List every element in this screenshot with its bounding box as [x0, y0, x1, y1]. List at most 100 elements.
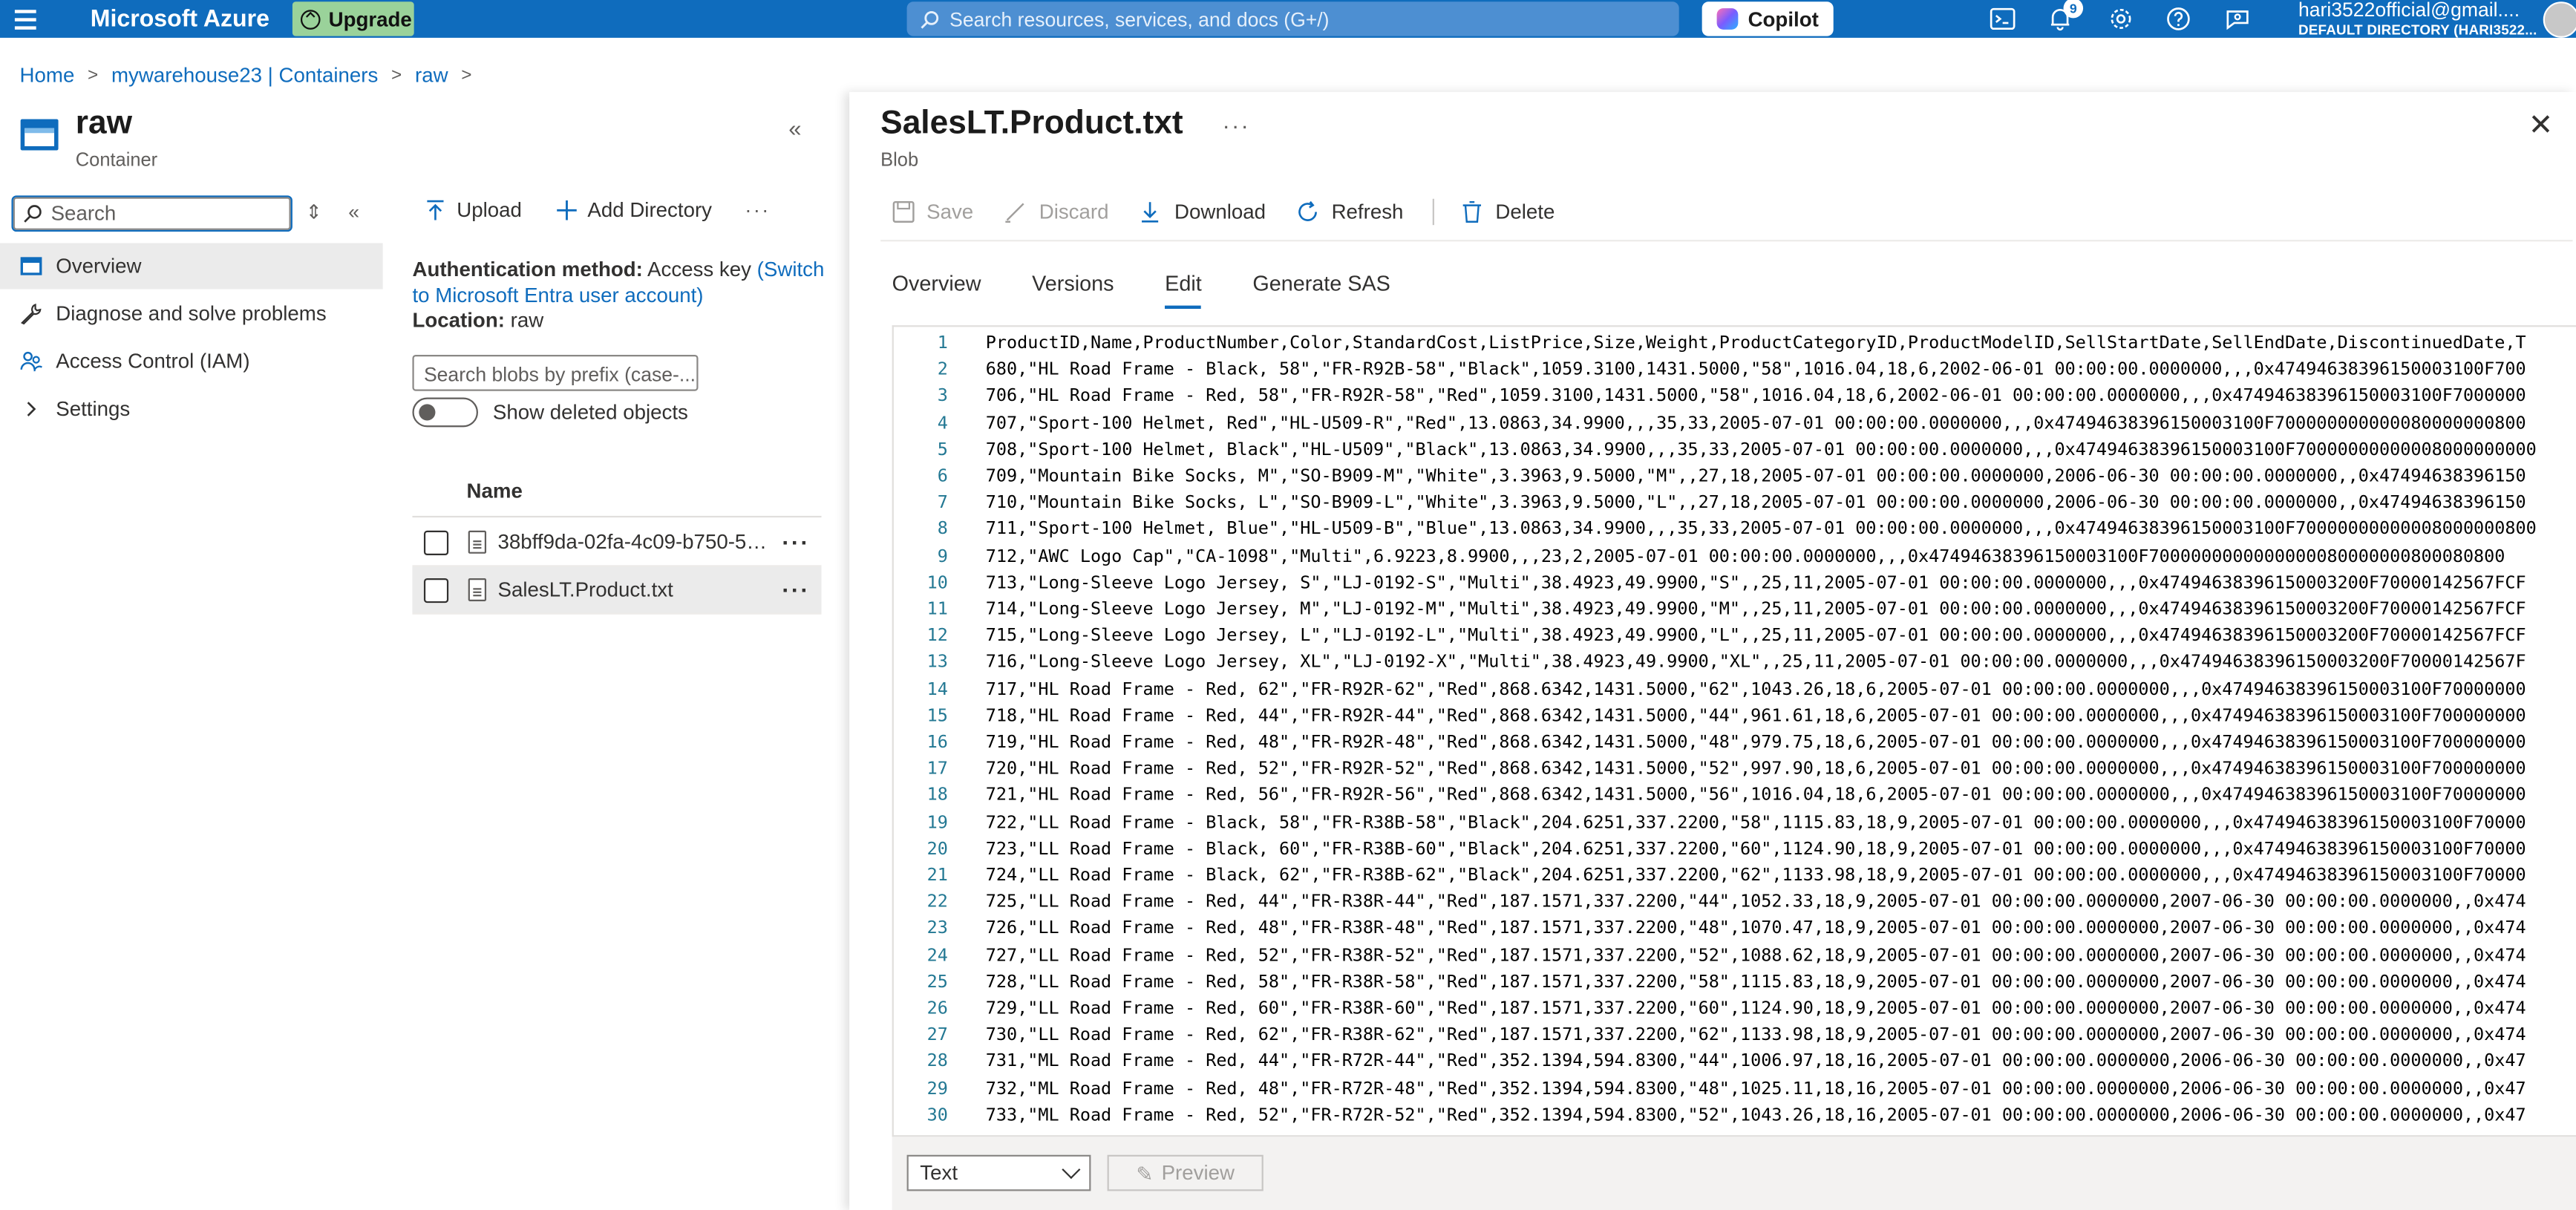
breadcrumb-containers[interactable]: mywarehouse23 | Containers: [111, 64, 378, 87]
more-options-icon[interactable]: ···: [745, 199, 770, 222]
blob-toolbar: Save Discard Download Refresh Delete: [890, 198, 1584, 226]
row-more-icon[interactable]: ···: [782, 529, 810, 555]
line-text: 727,"LL Road Frame - Red, 52","FR-R38R-5…: [985, 945, 2526, 966]
hamburger-menu-icon[interactable]: [13, 7, 39, 31]
divider: [412, 515, 822, 518]
tab-generate-sas[interactable]: Generate SAS: [1252, 271, 1390, 309]
collapse-left-pane-icon[interactable]: «: [788, 115, 801, 141]
editor-line[interactable]: 28 731,"ML Road Frame - Red, 44","FR-R72R…: [894, 1049, 2537, 1076]
add-directory-button[interactable]: Add Directory: [555, 199, 712, 222]
upgrade-button[interactable]: Upgrade: [292, 1, 414, 36]
line-number: 24: [926, 945, 948, 966]
editor-line[interactable]: 25 728,"LL Road Frame - Red, 58","FR-R38R…: [894, 969, 2537, 995]
editor-line[interactable]: 10 713,"Long-Sleeve Logo Jersey, S","LJ-0…: [894, 570, 2537, 597]
editor-line[interactable]: 24 727,"LL Road Frame - Red, 52","FR-R38R…: [894, 943, 2537, 969]
discard-button[interactable]: Discard: [1003, 200, 1108, 224]
editor-line[interactable]: 7 710,"Mountain Bike Socks, L","SO-B909-L…: [894, 490, 2537, 517]
blade-more-icon[interactable]: ···: [1222, 111, 1250, 137]
line-number: 30: [926, 1105, 948, 1125]
close-icon[interactable]: ✕: [2528, 108, 2553, 143]
save-button[interactable]: Save: [890, 200, 973, 224]
tab-edit[interactable]: Edit: [1165, 271, 1202, 310]
tab-overview[interactable]: Overview: [892, 271, 981, 309]
file-name[interactable]: 38bff9da-02fa-4c09-b750-5ee...: [498, 531, 773, 554]
tab-versions[interactable]: Versions: [1032, 271, 1114, 309]
editor-line[interactable]: 30 733,"ML Road Frame - Red, 52","FR-R72R…: [894, 1102, 2537, 1129]
global-search-input[interactable]: Search resources, services, and docs (G+…: [906, 1, 1679, 36]
editor-line[interactable]: 14 717,"HL Road Frame - Red, 62","FR-R92R…: [894, 676, 2537, 703]
row-checkbox[interactable]: [423, 577, 449, 603]
format-select[interactable]: Text: [906, 1154, 1091, 1191]
delete-button[interactable]: Delete: [1459, 200, 1555, 224]
collapse-nav-icon[interactable]: «: [348, 200, 359, 223]
refresh-icon: [1295, 200, 1320, 224]
editor-line[interactable]: 20 723,"LL Road Frame - Black, 60","FR-R3…: [894, 836, 2537, 863]
editor-line[interactable]: 9 712,"AWC Logo Cap","CA-1098","Multi",6.…: [894, 543, 2537, 570]
editor-line[interactable]: 3 706,"HL Road Frame - Red, 58","FR-R92R-…: [894, 384, 2537, 411]
brand-title[interactable]: Microsoft Azure: [91, 7, 269, 33]
editor-line[interactable]: 26 729,"LL Road Frame - Red, 60","FR-R38R…: [894, 995, 2537, 1022]
sort-updown-icon[interactable]: ⇕: [306, 200, 322, 223]
editor-line[interactable]: 16 719,"HL Road Frame - Red, 48","FR-R92R…: [894, 730, 2537, 756]
editor-line[interactable]: 17 720,"HL Road Frame - Red, 52","FR-R92R…: [894, 756, 2537, 783]
sidebar-item-overview[interactable]: Overview: [0, 243, 383, 290]
editor-line[interactable]: 21 724,"LL Road Frame - Black, 62","FR-R3…: [894, 863, 2537, 889]
blob-search-input[interactable]: Search blobs by prefix (case-...: [412, 355, 699, 391]
breadcrumb-home[interactable]: Home: [20, 64, 75, 87]
editor-line[interactable]: 2 680,"HL Road Frame - Black, 58","FR-R92…: [894, 357, 2537, 384]
feedback-icon[interactable]: [2224, 7, 2250, 31]
editor-line[interactable]: 11 714,"Long-Sleeve Logo Jersey, M","LJ-0…: [894, 596, 2537, 623]
editor-line[interactable]: 13 716,"Long-Sleeve Logo Jersey, XL","LJ-…: [894, 650, 2537, 676]
row-more-icon[interactable]: ···: [782, 577, 810, 603]
row-checkbox[interactable]: [423, 529, 449, 555]
editor-line[interactable]: 4 707,"Sport-100 Helmet, Red","HL-U509-R"…: [894, 410, 2537, 436]
show-deleted-toggle[interactable]: [412, 397, 478, 428]
chevron-right-icon: >: [88, 65, 99, 86]
editor-line[interactable]: 5 708,"Sport-100 Helmet, Black","HL-U509"…: [894, 436, 2537, 463]
sidebar-item-diagnose[interactable]: Diagnose and solve problems: [0, 291, 383, 337]
nav-search-input[interactable]: Search: [11, 195, 292, 232]
editor-line[interactable]: 22 725,"LL Road Frame - Red, 44","FR-R38R…: [894, 889, 2537, 916]
cloud-shell-icon[interactable]: [1990, 7, 2016, 31]
sidebar-item-label: Diagnose and solve problems: [56, 302, 327, 326]
plus-icon: [556, 200, 576, 220]
copilot-button[interactable]: Copilot: [1701, 1, 1834, 36]
preview-button[interactable]: ✎ Preview: [1107, 1154, 1264, 1191]
avatar[interactable]: [2543, 1, 2576, 38]
editor-line[interactable]: 27 730,"LL Road Frame - Red, 62","FR-R38R…: [894, 1022, 2537, 1049]
chevron-right-icon: >: [461, 65, 472, 86]
name-column-header[interactable]: Name: [466, 480, 522, 503]
editor-line[interactable]: 6 709,"Mountain Bike Socks, M","SO-B909-M…: [894, 463, 2537, 490]
container-subtitle: Container: [75, 151, 158, 171]
account-menu[interactable]: hari3522official@gmail.... DEFAULT DIREC…: [2298, 0, 2537, 39]
editor-line[interactable]: 18 721,"HL Road Frame - Red, 56","FR-R92R…: [894, 782, 2537, 809]
line-text: 725,"LL Road Frame - Red, 44","FR-R38R-4…: [985, 892, 2526, 912]
list-item[interactable]: SalesLT.Product.txt ···: [412, 566, 822, 615]
editor-line[interactable]: 12 715,"Long-Sleeve Logo Jersey, L","LJ-0…: [894, 623, 2537, 650]
editor-line[interactable]: 8 711,"Sport-100 Helmet, Blue","HL-U509-B…: [894, 517, 2537, 543]
text-editor[interactable]: 1 ProductID,Name,ProductNumber,Color,Stan…: [892, 325, 2576, 1137]
line-number: 11: [926, 599, 948, 620]
editor-line[interactable]: 23 726,"LL Road Frame - Red, 48","FR-R38R…: [894, 916, 2537, 943]
sidebar-item-access-control[interactable]: Access Control (IAM): [0, 339, 383, 385]
editor-line[interactable]: 1 ProductID,Name,ProductNumber,Color,Stan…: [894, 330, 2537, 357]
location-value: raw: [510, 309, 544, 333]
upload-label: Upload: [457, 198, 522, 222]
line-text: 729,"LL Road Frame - Red, 60","FR-R38R-6…: [985, 998, 2526, 1019]
line-text: 713,"Long-Sleeve Logo Jersey, S","LJ-019…: [985, 572, 2526, 593]
download-button[interactable]: Download: [1138, 200, 1266, 224]
list-item[interactable]: 38bff9da-02fa-4c09-b750-5ee... ···: [412, 519, 822, 567]
upload-button[interactable]: Upload: [424, 199, 522, 222]
help-question-icon[interactable]: [2165, 7, 2191, 31]
refresh-button[interactable]: Refresh: [1295, 200, 1403, 224]
editor-line[interactable]: 19 722,"LL Road Frame - Black, 58","FR-R3…: [894, 809, 2537, 836]
settings-gear-icon[interactable]: [2108, 7, 2134, 31]
sidebar-item-label: Access Control (IAM): [56, 350, 250, 373]
breadcrumb-raw[interactable]: raw: [415, 64, 448, 87]
line-number: 25: [926, 972, 948, 992]
line-number: 15: [926, 706, 948, 726]
editor-line[interactable]: 29 732,"ML Road Frame - Red, 48","FR-R72R…: [894, 1076, 2537, 1102]
file-name[interactable]: SalesLT.Product.txt: [498, 578, 773, 601]
sidebar-item-settings[interactable]: Settings: [0, 386, 383, 432]
editor-line[interactable]: 15 718,"HL Road Frame - Red, 44","FR-R92R…: [894, 703, 2537, 730]
